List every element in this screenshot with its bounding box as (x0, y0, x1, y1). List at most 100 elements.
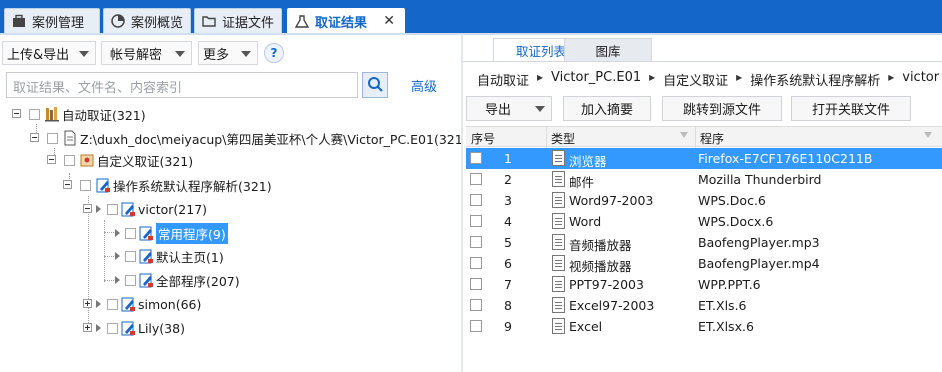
row-checkbox[interactable] (470, 152, 482, 164)
collapse-icon[interactable] (63, 180, 72, 189)
document-icon (552, 213, 565, 229)
collapse-icon[interactable] (47, 155, 56, 164)
tree-checkbox[interactable] (107, 203, 118, 215)
expand-icon[interactable] (83, 323, 92, 332)
table-row[interactable]: 5 音频播放器 BaofengPlayer.mp3 (466, 232, 942, 253)
tree-node-label: 操作系统默认程序解析(321) (113, 178, 272, 194)
search-button[interactable] (362, 72, 388, 98)
filter-icon[interactable] (680, 132, 688, 138)
expand-arrow-icon[interactable] (96, 324, 101, 332)
tab-forensic-results[interactable]: 取证结果 ✕ (287, 8, 405, 34)
tree-node-evidence-image[interactable]: Z:\duxh_doc\meiyacup\第四届美亚杯\个人赛\Victor_P… (30, 127, 468, 149)
open-related-label: 打开关联文件 (811, 103, 890, 118)
tree-node-all-programs[interactable]: 全部程序(207) (115, 269, 240, 291)
row-type: PPT97-2003 (569, 277, 644, 292)
subtab-gallery[interactable]: 图库 (564, 38, 652, 62)
search-input[interactable]: 取证结果、文件名、内容索引 (6, 72, 358, 98)
expand-arrow-icon[interactable] (96, 300, 101, 308)
table-row[interactable]: 7 PPT97-2003 WPP.PPT.6 (466, 274, 942, 295)
collapse-icon[interactable] (83, 204, 92, 213)
tree-checkbox[interactable] (125, 274, 136, 286)
table-row[interactable]: 6 视频播放器 BaofengPlayer.mp4 (466, 253, 942, 274)
table-row[interactable]: 1 浏览器 Firefox-E7CF176E110C211B (466, 148, 942, 169)
tab-case-management[interactable]: 案例管理 (4, 8, 100, 33)
more-dropdown[interactable]: 更多 (198, 41, 258, 65)
tree-checkbox[interactable] (107, 322, 118, 334)
tab-case-overview[interactable]: 案例概览 (103, 8, 191, 33)
tab-evidence-files[interactable]: 证据文件 (194, 8, 282, 33)
tab-label: 案例概览 (131, 15, 184, 31)
tree-node-lily[interactable]: Lily(38) (83, 317, 185, 339)
tree-node-default-program-parse[interactable]: 操作系统默认程序解析(321) (63, 174, 272, 196)
chevron-right-icon: ▸ (537, 70, 544, 84)
document-icon (552, 234, 565, 250)
chevron-right-icon: ▸ (888, 70, 895, 84)
column-separator[interactable] (695, 127, 696, 148)
account-decrypt-dropdown[interactable]: 帐号解密 (101, 41, 192, 65)
case-books-icon (44, 106, 60, 122)
collapse-icon[interactable] (12, 109, 21, 118)
row-num: 4 (504, 214, 512, 229)
expand-icon[interactable] (83, 299, 92, 308)
breadcrumb-item[interactable]: 自定义取证 (663, 70, 728, 89)
tree-checkbox[interactable] (125, 227, 136, 239)
column-separator[interactable] (546, 127, 547, 148)
close-tab-icon[interactable]: ✕ (383, 13, 395, 29)
breadcrumb-item[interactable]: victor (902, 70, 939, 89)
expand-arrow-icon[interactable] (115, 229, 120, 237)
row-num: 8 (504, 298, 512, 313)
filter-icon[interactable] (924, 132, 932, 138)
tree-node-default-homepage[interactable]: 默认主页(1) (115, 245, 224, 267)
tree-checkbox[interactable] (80, 179, 91, 191)
upload-export-dropdown[interactable]: 上传&导出 (2, 41, 96, 65)
table-row[interactable]: 9 Excel ET.Xlsx.6 (466, 316, 942, 337)
help-button[interactable]: ? (264, 43, 284, 63)
tree-node-custom-forensics[interactable]: 自定义取证(321) (47, 149, 193, 171)
row-program: BaofengPlayer.mp3 (698, 235, 820, 250)
tree-checkbox[interactable] (29, 108, 40, 120)
tree-checkbox[interactable] (47, 132, 58, 144)
expand-arrow-icon[interactable] (115, 276, 120, 284)
column-header-type[interactable]: 类型 (551, 130, 575, 147)
table-row[interactable]: 2 邮件 Mozilla Thunderbird (466, 169, 942, 190)
row-checkbox[interactable] (470, 194, 482, 206)
row-checkbox[interactable] (470, 215, 482, 227)
tree-node-label: Z:\duxh_doc\meiyacup\第四届美亚杯\个人赛\Victor_P… (80, 131, 468, 147)
expand-arrow-icon[interactable] (96, 205, 101, 213)
row-checkbox[interactable] (470, 320, 482, 332)
table-row[interactable]: 8 Excel97-2003 ET.Xls.6 (466, 295, 942, 316)
table-row[interactable]: 3 Word97-2003 WPS.Doc.6 (466, 190, 942, 211)
row-num: 1 (504, 151, 512, 166)
row-checkbox[interactable] (470, 257, 482, 269)
document-icon (62, 130, 78, 146)
breadcrumb-item[interactable]: 自动取证 (477, 70, 529, 89)
column-header-num[interactable]: 序号 (471, 130, 495, 147)
add-summary-button[interactable]: 加入摘要 (563, 96, 651, 121)
breadcrumb-item[interactable]: 操作系统默认程序解析 (750, 70, 880, 89)
row-checkbox[interactable] (470, 278, 482, 290)
breadcrumb-item[interactable]: Victor_PC.E01 (551, 70, 641, 89)
tree-node-common-programs[interactable]: 常用程序(9) (115, 222, 228, 244)
table-header: 序号 类型 程序 (466, 126, 942, 148)
column-header-program[interactable]: 程序 (700, 130, 724, 147)
tree-node-auto-forensics[interactable]: 自动取证(321) (12, 103, 146, 125)
row-checkbox[interactable] (470, 173, 482, 185)
search-icon (368, 77, 383, 92)
tree-checkbox[interactable] (64, 154, 75, 166)
expand-arrow-icon[interactable] (115, 252, 120, 260)
row-checkbox[interactable] (470, 236, 482, 248)
export-dropdown-button[interactable]: 导出 (466, 96, 552, 121)
jump-source-button[interactable]: 跳转到源文件 (662, 96, 782, 121)
table-row[interactable]: 4 Word WPS.Docx.6 (466, 211, 942, 232)
tree-node-simon[interactable]: simon(66) (83, 293, 201, 315)
subtab-underline (463, 61, 942, 62)
tree-checkbox[interactable] (125, 250, 136, 262)
main-tab-bar: 案例管理 案例概览 证据文件 取证结果 ✕ (0, 0, 942, 34)
tree-node-victor[interactable]: victor(217) (83, 198, 207, 220)
row-checkbox[interactable] (470, 299, 482, 311)
open-related-button[interactable]: 打开关联文件 (791, 96, 911, 121)
collapse-icon[interactable] (30, 133, 39, 142)
advanced-search-link[interactable]: 高级 (411, 76, 437, 95)
custom-forensics-icon (79, 152, 95, 168)
tree-checkbox[interactable] (107, 298, 118, 310)
